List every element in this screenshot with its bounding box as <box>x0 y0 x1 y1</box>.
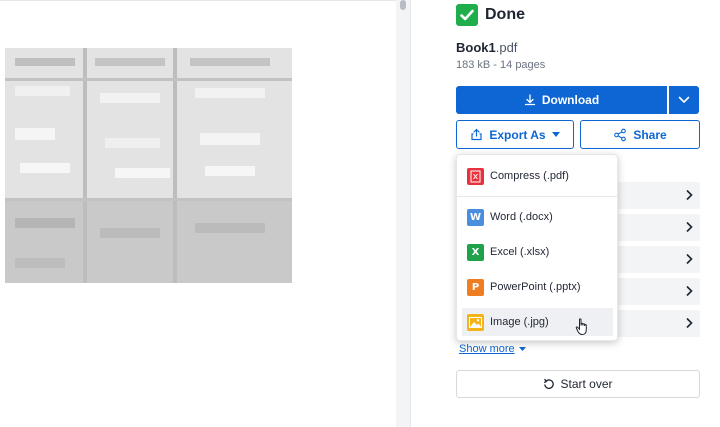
export-icon <box>471 128 482 141</box>
document-thumbnail <box>5 48 292 283</box>
menu-item-label: PowerPoint (.pptx) <box>490 281 581 293</box>
file-meta: 183 kB - 14 pages <box>456 59 546 71</box>
start-over-button[interactable]: Start over <box>456 370 700 398</box>
menu-item-compress-pdf[interactable]: Compress (.pdf) <box>462 162 613 190</box>
download-button[interactable]: Download <box>456 86 667 114</box>
restart-icon <box>544 378 555 389</box>
file-extension: .pdf <box>495 40 518 55</box>
chevron-right-icon <box>686 317 693 329</box>
menu-item-word[interactable]: W Word (.docx) <box>462 203 613 231</box>
check-icon <box>456 4 478 26</box>
menu-item-label: Image (.jpg) <box>490 316 549 328</box>
export-as-button[interactable]: Export As <box>456 120 574 149</box>
caret-down-icon <box>551 132 560 137</box>
start-over-label: Start over <box>560 377 613 391</box>
export-as-label: Export As <box>489 127 546 142</box>
scrollbar-thumb[interactable] <box>400 0 406 10</box>
show-more-link[interactable]: Show more <box>459 343 526 355</box>
menu-item-label: Excel (.xlsx) <box>490 246 550 258</box>
image-icon <box>467 313 484 331</box>
chevron-down-icon <box>678 96 690 104</box>
powerpoint-icon: P <box>467 278 484 296</box>
document-preview-pane <box>0 0 396 427</box>
menu-item-excel[interactable]: X Excel (.xlsx) <box>462 238 613 266</box>
menu-separator <box>457 196 617 197</box>
hand-cursor-icon <box>575 318 587 336</box>
share-button[interactable]: Share <box>580 120 700 149</box>
chevron-right-icon <box>686 285 693 297</box>
menu-item-label: Word (.docx) <box>490 211 553 223</box>
share-label: Share <box>633 127 667 142</box>
download-options-button[interactable] <box>669 86 699 114</box>
chevron-right-icon <box>686 189 693 201</box>
menu-item-image[interactable]: Image (.jpg) <box>462 308 613 336</box>
caret-down-icon <box>518 347 526 351</box>
chevron-right-icon <box>686 221 693 233</box>
share-icon <box>614 128 627 141</box>
preview-scrollbar[interactable] <box>396 0 410 427</box>
menu-item-powerpoint[interactable]: P PowerPoint (.pptx) <box>462 273 613 301</box>
excel-icon: X <box>467 243 484 261</box>
chevron-right-icon <box>686 253 693 265</box>
show-more-label: Show more <box>459 343 515 355</box>
download-label: Download <box>541 93 600 107</box>
download-icon <box>524 94 535 106</box>
status-title: Done <box>485 6 525 23</box>
compress-pdf-icon <box>467 167 484 185</box>
export-menu: Compress (.pdf) W Word (.docx) X Excel (… <box>456 154 618 341</box>
menu-item-label: Compress (.pdf) <box>490 170 569 182</box>
word-icon: W <box>467 208 484 226</box>
file-base-name: Book1 <box>456 40 496 55</box>
file-name: Book1.pdf <box>456 40 517 55</box>
status-header: Done <box>456 4 525 26</box>
